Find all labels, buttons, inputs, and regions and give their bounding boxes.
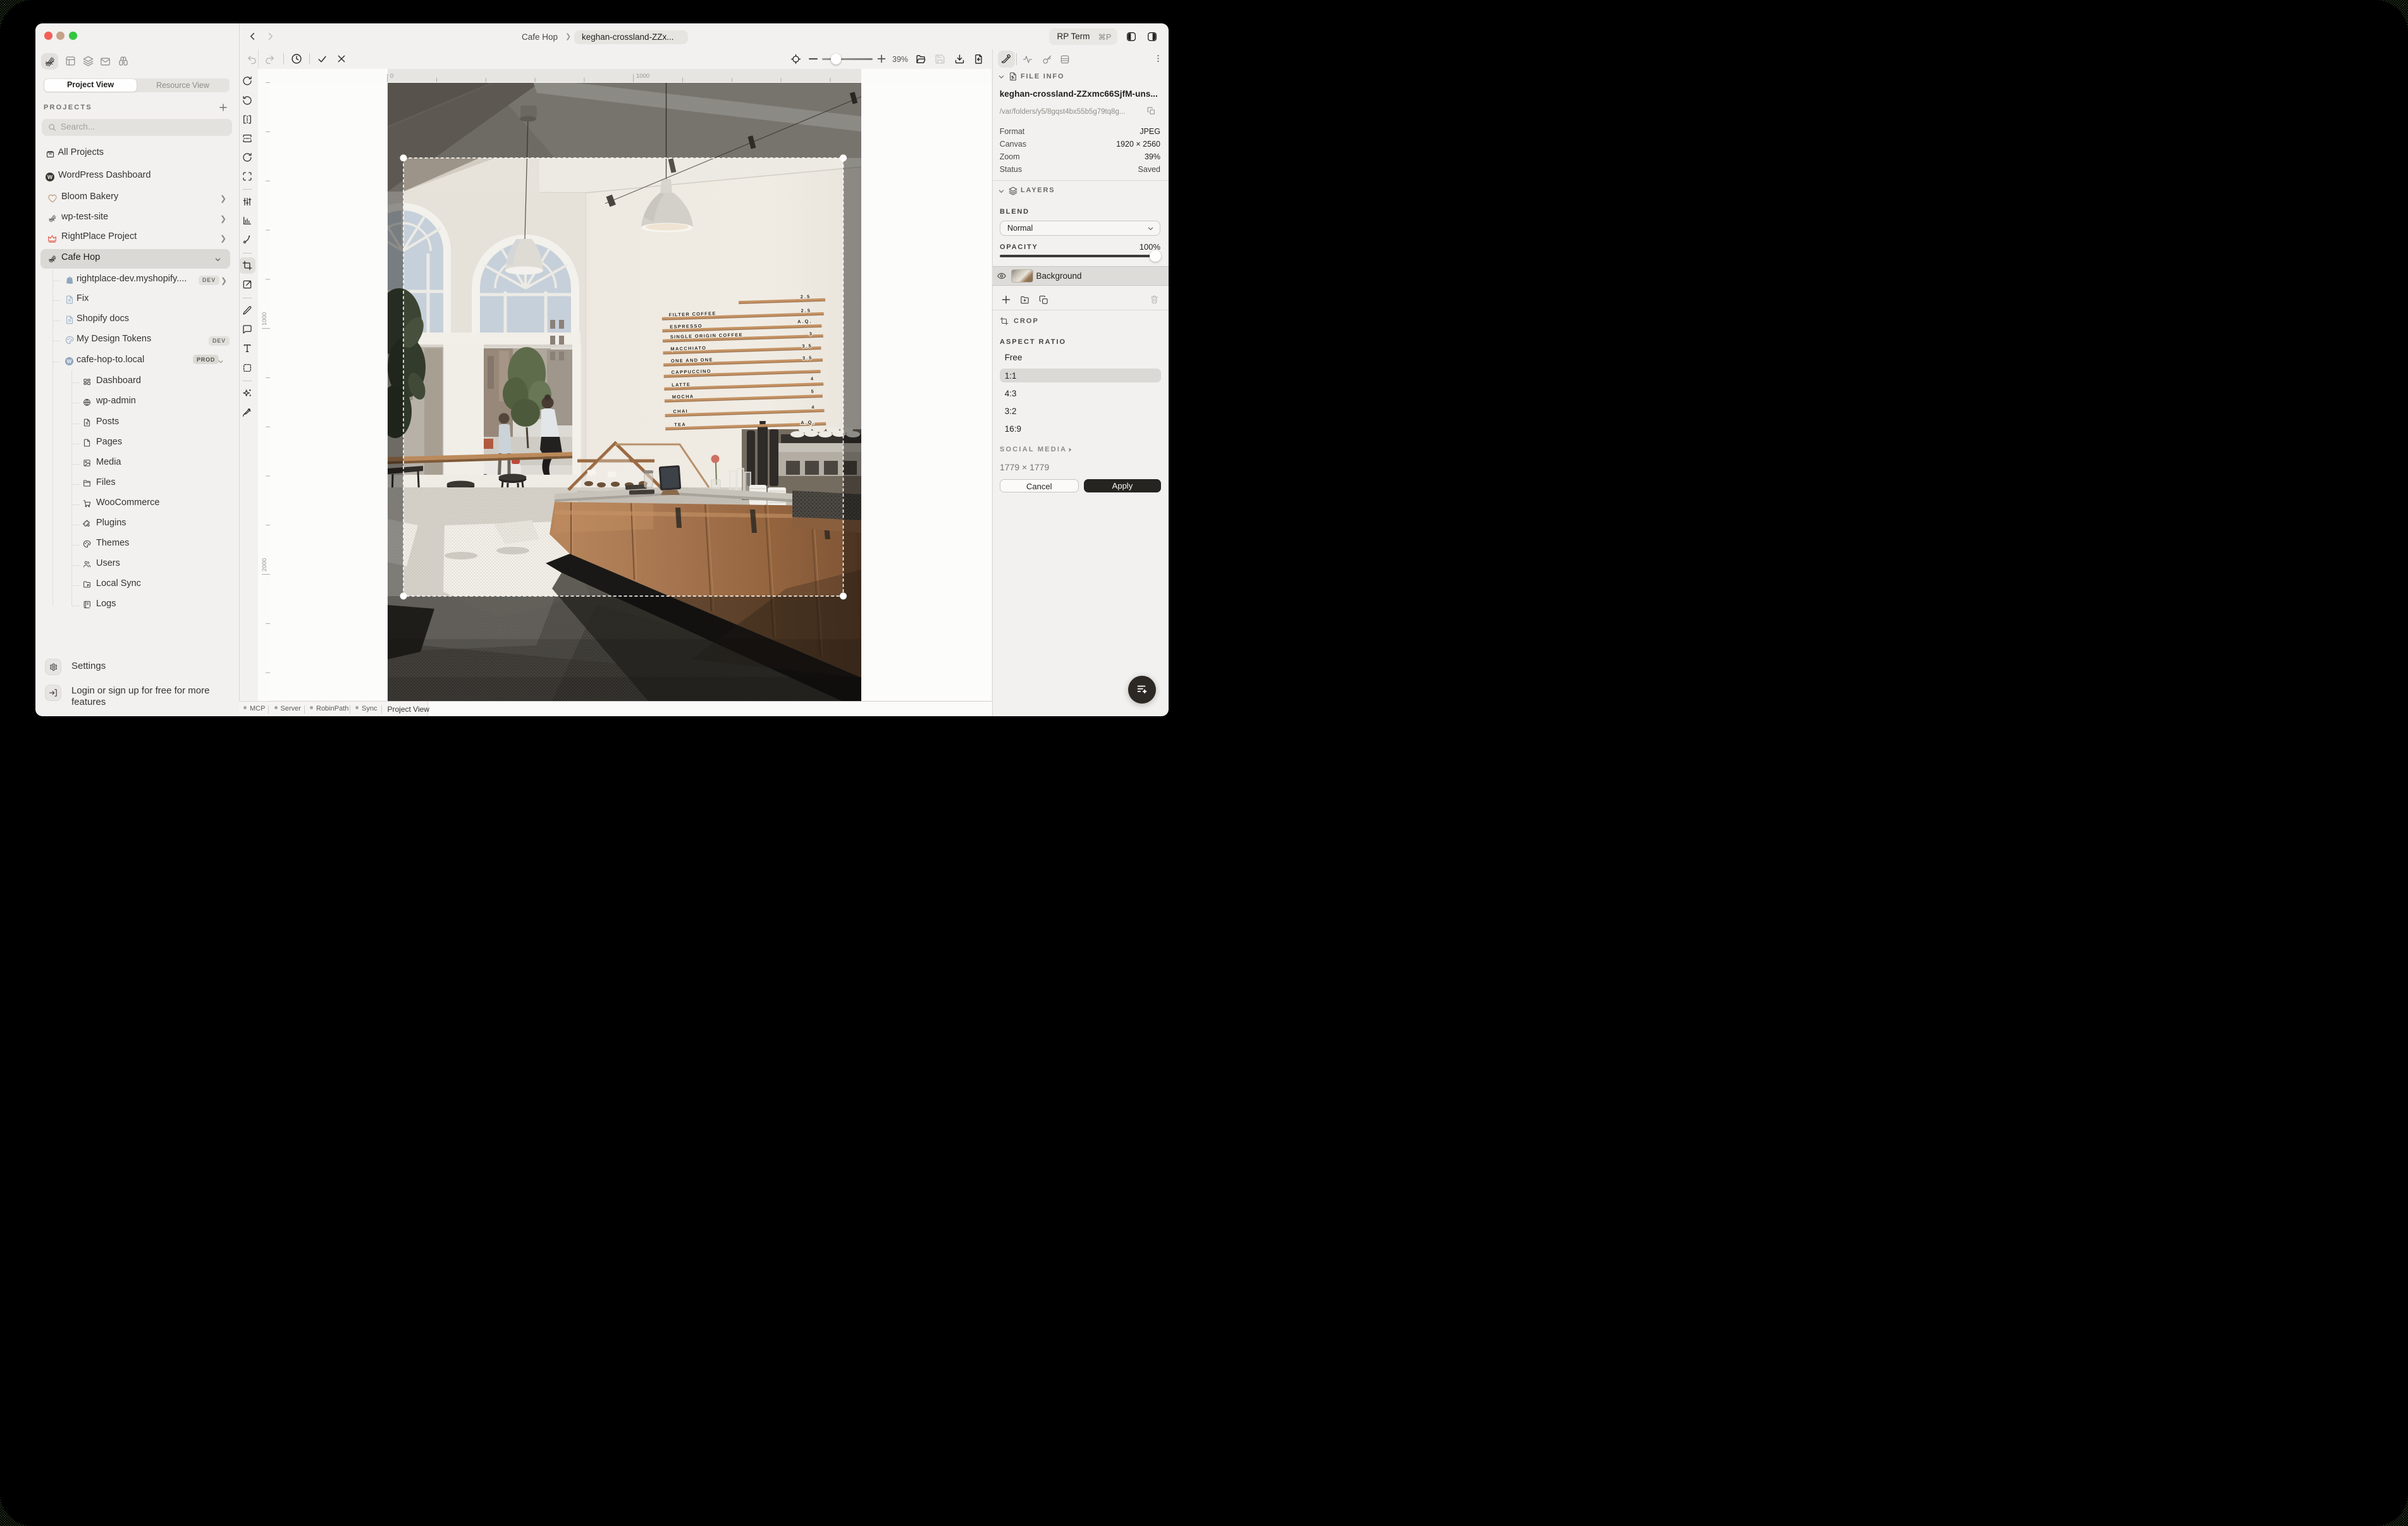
- svg-text:3: 3: [809, 331, 813, 336]
- svg-text:A.Q.: A.Q.: [801, 419, 816, 425]
- svg-text:A.Q.: A.Q.: [797, 318, 813, 324]
- svg-text:2.5: 2.5: [801, 307, 811, 314]
- svg-text:MOCHA: MOCHA: [672, 393, 694, 400]
- svg-text:LATTE: LATTE: [672, 381, 691, 388]
- svg-text:1000: 1000: [261, 312, 268, 326]
- svg-text:TEA: TEA: [674, 421, 686, 427]
- svg-text:3.5: 3.5: [802, 343, 813, 349]
- svg-text:2.5: 2.5: [801, 293, 811, 300]
- svg-text:CHAI: CHAI: [673, 408, 688, 414]
- svg-text:2000: 2000: [261, 558, 268, 571]
- svg-text:5: 5: [811, 388, 814, 394]
- svg-text:4: 4: [811, 404, 815, 410]
- svg-text:W: W: [67, 358, 72, 364]
- svg-text:4: 4: [811, 375, 814, 381]
- svg-text:ESPRESSO: ESPRESSO: [670, 323, 703, 330]
- svg-text:W: W: [47, 174, 53, 180]
- svg-text:0: 0: [390, 73, 393, 80]
- svg-text:MACCHIATO: MACCHIATO: [670, 345, 706, 351]
- svg-text:1000: 1000: [636, 73, 649, 80]
- svg-text:3.5: 3.5: [802, 355, 813, 361]
